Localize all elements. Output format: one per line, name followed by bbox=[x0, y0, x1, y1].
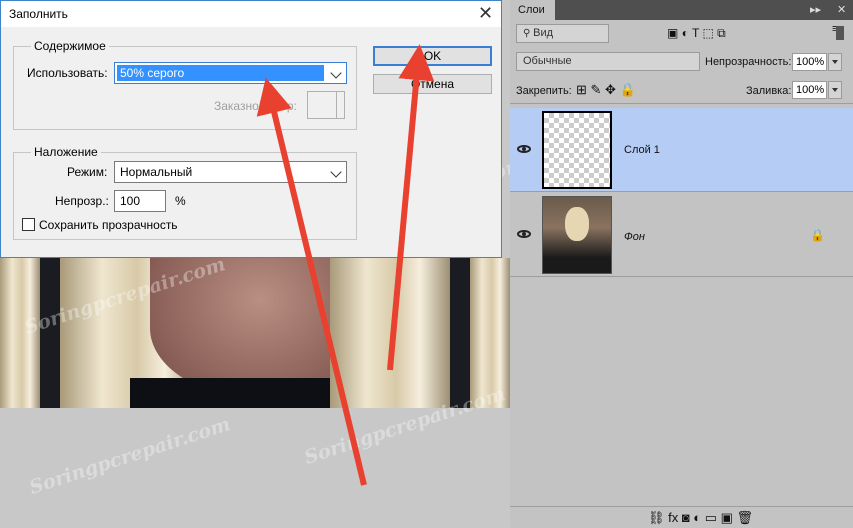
collapse-icon[interactable]: ▸▸ bbox=[810, 3, 821, 16]
eye-icon[interactable] bbox=[517, 230, 531, 238]
layer-row-background[interactable]: Фон 🔒 bbox=[510, 193, 853, 277]
lock-icons[interactable]: ⊞ ✎ ✥ 🔒 bbox=[576, 82, 636, 98]
opacity-dropdown[interactable] bbox=[828, 53, 842, 71]
footer-icons[interactable]: ⛓ fx ◙ ◐ ▭ ▣ 🗑 bbox=[648, 510, 753, 526]
lock-label: Закрепить: bbox=[516, 85, 572, 97]
opacity-input[interactable]: 100% bbox=[792, 53, 827, 71]
opacity-label: Непрозрачность: bbox=[705, 56, 792, 68]
layers-panel: Слои ▸▸ ✕ ≡ ⚲ Вид ▣ ◐ T ⬚ ⧉ Обычные Непр… bbox=[510, 0, 853, 528]
fill-label: Заливка: bbox=[746, 85, 792, 97]
panel-footer: ⛓ fx ◙ ◐ ▭ ▣ 🗑 bbox=[510, 506, 853, 528]
filter-icons[interactable]: ▣ ◐ T ⬚ ⧉ bbox=[667, 26, 726, 41]
lock-icon: 🔒 bbox=[810, 228, 825, 242]
layer-name: Фон bbox=[624, 231, 645, 243]
layer-thumbnail bbox=[542, 196, 612, 274]
panel-header: Слои ▸▸ ✕ bbox=[510, 0, 853, 20]
eye-icon[interactable] bbox=[517, 145, 531, 153]
fill-dropdown[interactable] bbox=[828, 81, 842, 99]
filter-toggle-icon[interactable] bbox=[836, 26, 844, 40]
layer-name: Слой 1 bbox=[624, 144, 660, 156]
fill-input[interactable]: 100% bbox=[792, 81, 827, 99]
close-icon[interactable]: ✕ bbox=[837, 3, 846, 16]
tab-layers[interactable]: Слои bbox=[510, 0, 555, 20]
tab-layers-label: Слои bbox=[518, 4, 545, 16]
filter-select[interactable]: ⚲ Вид bbox=[516, 24, 609, 43]
layer-row-1[interactable]: Слой 1 bbox=[510, 108, 853, 192]
filter-value: Вид bbox=[533, 27, 554, 39]
annotation-arrows bbox=[256, 44, 435, 486]
arrow-to-use-select bbox=[256, 77, 367, 486]
layer-thumbnail bbox=[542, 111, 612, 189]
arrow-to-ok-button bbox=[387, 44, 435, 371]
blend-mode-select[interactable]: Обычные bbox=[516, 52, 700, 71]
blend-mode-value: Обычные bbox=[523, 55, 572, 67]
